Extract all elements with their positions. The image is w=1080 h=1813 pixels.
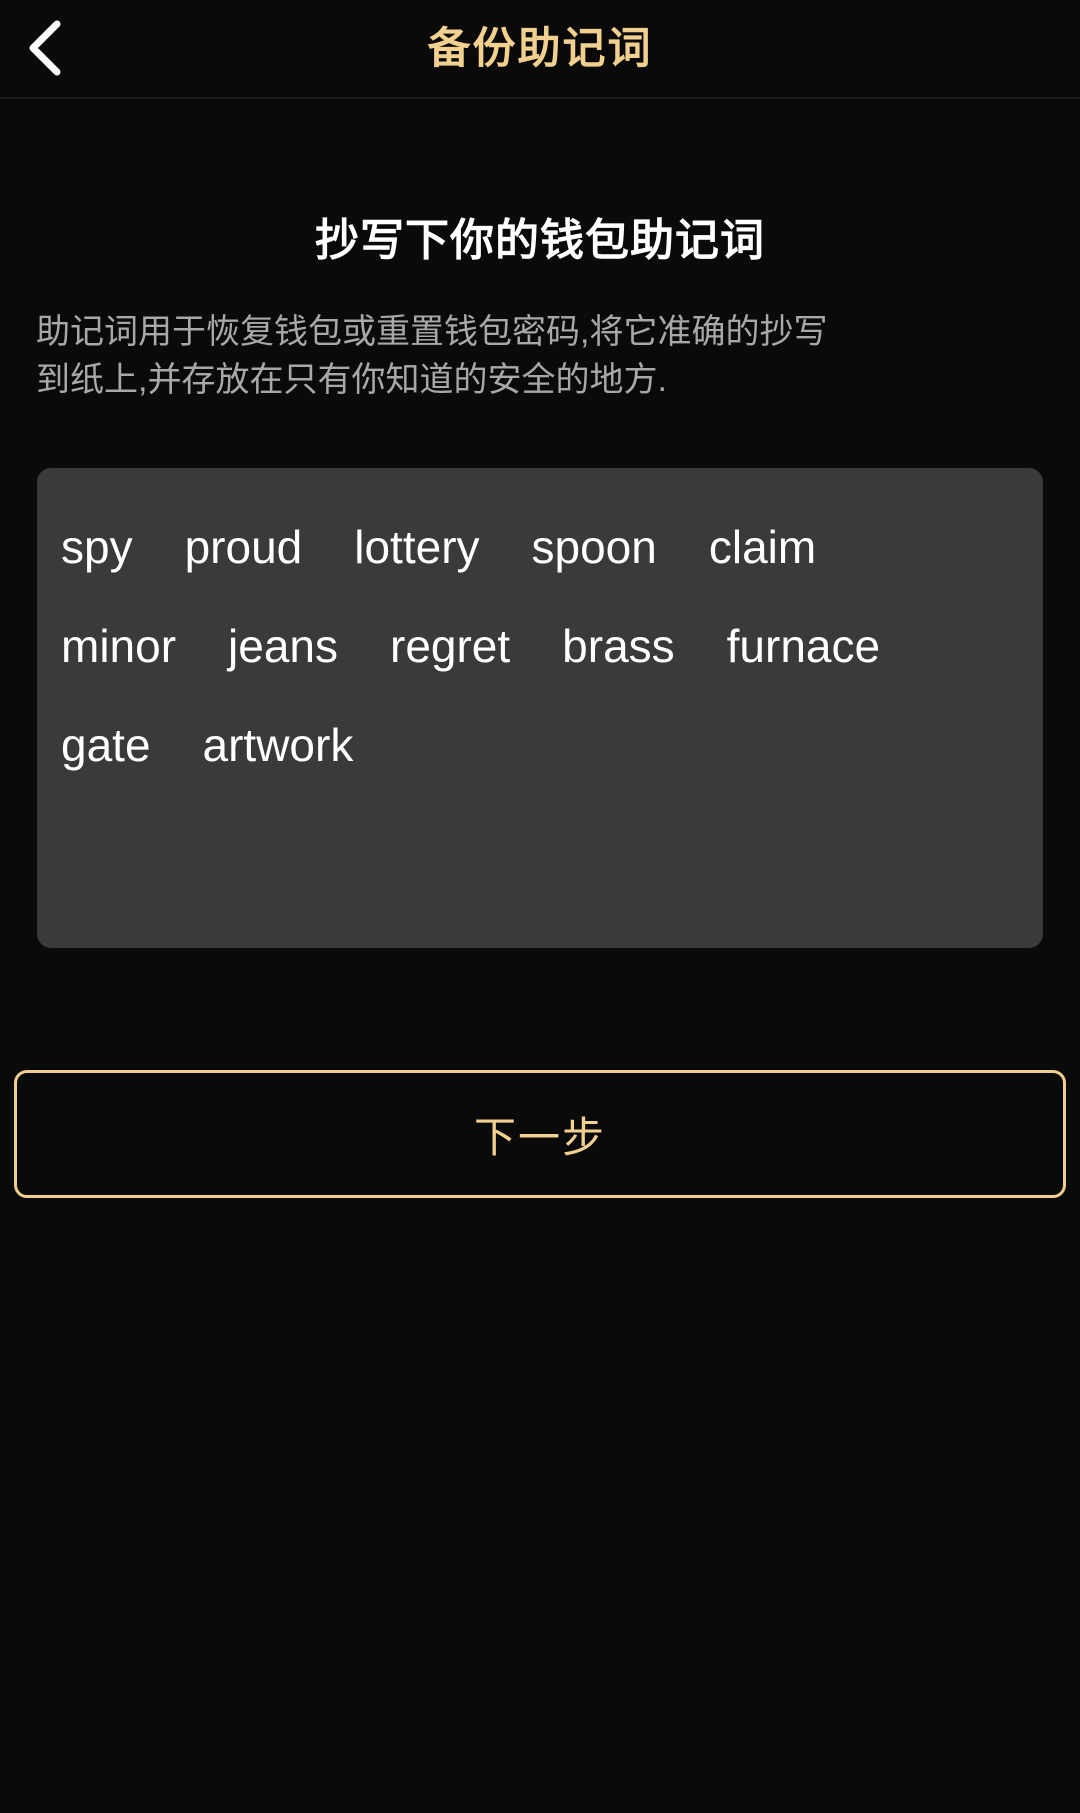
description-line-1: 助记词用于恢复钱包或重置钱包密码,将它准确的抄写 <box>36 308 1044 356</box>
back-button[interactable] <box>4 0 84 96</box>
description-line-2: 到纸上,并存放在只有你知道的安全的地方. <box>36 356 1044 404</box>
mnemonic-phrase-box: spy proud lottery spoon claim minor jean… <box>37 468 1043 948</box>
mnemonic-word: jeans <box>228 597 338 696</box>
section-description: 助记词用于恢复钱包或重置钱包密码,将它准确的抄写 到纸上,并存放在只有你知道的安… <box>36 308 1044 405</box>
mnemonic-word: furnace <box>727 597 880 696</box>
mnemonic-word: gate <box>61 696 151 795</box>
mnemonic-word: proud <box>185 498 303 597</box>
mnemonic-word: lottery <box>354 498 479 597</box>
mnemonic-word: regret <box>390 597 510 696</box>
page-title: 备份助记词 <box>0 1 1080 97</box>
mnemonic-word: spy <box>61 498 133 597</box>
mnemonic-word-grid: spy proud lottery spoon claim minor jean… <box>61 498 1019 795</box>
mnemonic-word: artwork <box>203 696 354 795</box>
section-heading: 抄写下你的钱包助记词 <box>0 204 1080 268</box>
mnemonic-word: claim <box>709 498 816 597</box>
next-step-button[interactable]: 下一步 <box>14 1070 1066 1198</box>
app-header: 备份助记词 <box>0 0 1080 99</box>
mnemonic-word: spoon <box>532 498 657 597</box>
mnemonic-word: brass <box>562 597 674 696</box>
main-content: 抄写下你的钱包助记词 助记词用于恢复钱包或重置钱包密码,将它准确的抄写 到纸上,… <box>0 204 1080 948</box>
mnemonic-word: minor <box>61 597 176 696</box>
chevron-left-icon <box>23 19 65 77</box>
